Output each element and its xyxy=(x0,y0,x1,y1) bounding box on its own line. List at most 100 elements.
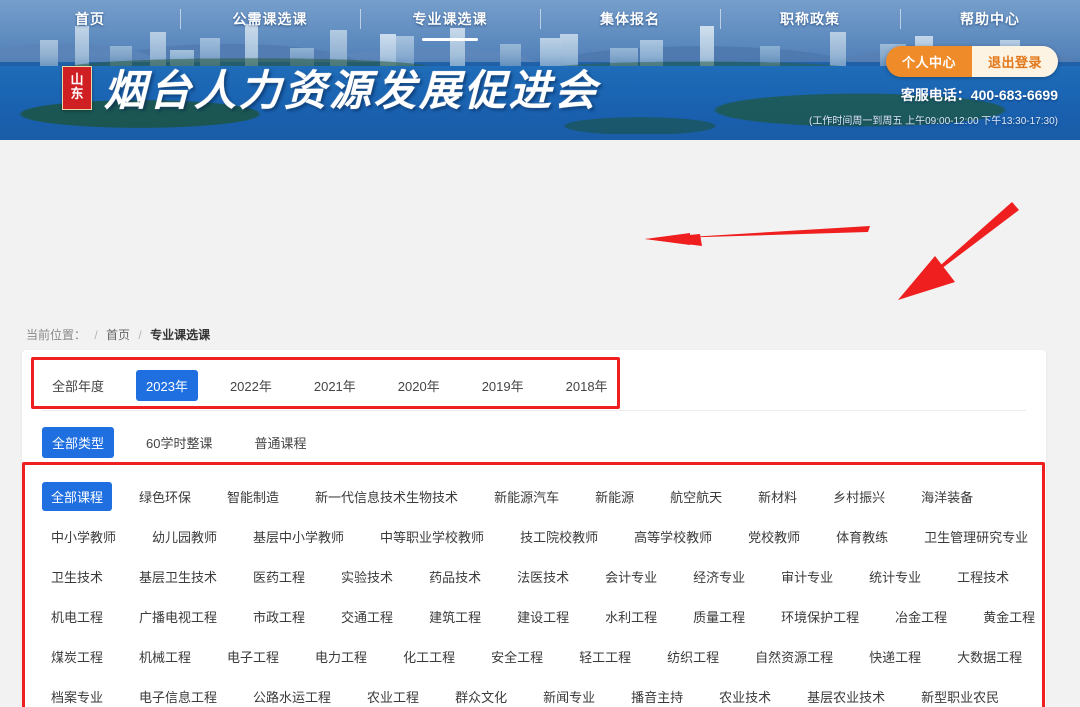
type-filter-60-hours[interactable]: 60学时整课 xyxy=(136,427,222,458)
category-item[interactable]: 轻工工程 xyxy=(570,642,640,671)
category-item[interactable]: 自然资源工程 xyxy=(746,642,842,671)
category-item[interactable]: 档案专业 xyxy=(42,682,112,707)
category-item[interactable]: 新闻专业 xyxy=(534,682,604,707)
category-item[interactable]: 药品技术 xyxy=(420,562,490,591)
category-item[interactable]: 建设工程 xyxy=(508,602,578,631)
category-item[interactable]: 技工院校教师 xyxy=(511,522,607,551)
category-item[interactable]: 新一代信息技术生物技术 xyxy=(306,482,467,511)
year-filter-2020[interactable]: 2020年 xyxy=(388,370,450,401)
category-row: 中小学教师 幼儿园教师 基层中小学教师 中等职业学校教师 技工院校教师 高等学校教师 党校教… xyxy=(42,516,1028,556)
category-item[interactable]: 纺织工程 xyxy=(658,642,728,671)
category-item[interactable]: 机械工程 xyxy=(130,642,200,671)
category-item[interactable]: 群众文化 xyxy=(446,682,516,707)
category-item[interactable]: 会计专业 xyxy=(596,562,666,591)
category-item[interactable]: 法医技术 xyxy=(508,562,578,591)
category-item[interactable]: 审计专业 xyxy=(772,562,842,591)
breadcrumb-prefix: 当前位置： xyxy=(26,328,87,342)
category-item[interactable]: 工程技术 xyxy=(948,562,1018,591)
seal-char-top: 山 xyxy=(70,72,84,88)
category-item[interactable]: 中小学教师 xyxy=(42,522,125,551)
category-item[interactable]: 煤炭工程 xyxy=(42,642,112,671)
type-filter-row: 全部类型 60学时整课 普通课程 xyxy=(22,422,1046,462)
main-navigation: 首页 公需课选课 专业课选课 集体报名 职称政策 帮助中心 xyxy=(0,0,1080,38)
category-item[interactable]: 电子工程 xyxy=(218,642,288,671)
category-item[interactable]: 市政工程 xyxy=(244,602,314,631)
category-item[interactable]: 全部课程 xyxy=(42,481,113,511)
category-item[interactable]: 新型职业农民 xyxy=(912,682,1008,707)
category-item[interactable]: 中等职业学校教师 xyxy=(371,522,493,551)
category-item[interactable]: 大数据工程 xyxy=(948,642,1031,671)
service-phone: 客服电话：400-683-6699 xyxy=(900,87,1058,103)
seal-char-bottom: 东 xyxy=(70,86,84,102)
category-row: 全部课程 绿色环保 智能制造 新一代信息技术生物技术 新能源汽车 新能源 航空航天 新材料 乡村… xyxy=(42,476,1026,516)
category-item[interactable]: 统计专业 xyxy=(860,562,930,591)
category-item[interactable]: 基层中小学教师 xyxy=(244,522,353,551)
nav-item-help-center[interactable]: 帮助中心 xyxy=(900,0,1080,38)
category-item[interactable]: 高等学校教师 xyxy=(625,522,721,551)
logout-button[interactable]: 退出登录 xyxy=(971,46,1058,77)
category-item[interactable]: 质量工程 xyxy=(684,602,754,631)
category-item[interactable]: 交通工程 xyxy=(332,602,402,631)
filter-card: 全部年度 2023年 2022年 2021年 2020年 2019年 2018年… xyxy=(22,350,1046,707)
category-row: 机电工程 广播电视工程 市政工程 交通工程 建筑工程 建设工程 水利工程 质量工程 环境保护工程… xyxy=(42,596,1035,636)
category-grid: 全部课程 绿色环保 智能制造 新一代信息技术生物技术 新能源汽车 新能源 航空航天 新材料 乡村… xyxy=(22,468,1046,707)
type-filter-all[interactable]: 全部类型 xyxy=(42,426,115,458)
breadcrumb-separator-1: / xyxy=(94,328,98,342)
year-filter-2022[interactable]: 2022年 xyxy=(220,370,282,401)
site-logo[interactable]: 山 东 烟台人力资源发展促进会 xyxy=(62,57,599,118)
nav-item-group-registration[interactable]: 集体报名 xyxy=(540,0,720,38)
category-item[interactable]: 经济专业 xyxy=(684,562,754,591)
category-item[interactable]: 基层卫生技术 xyxy=(130,562,226,591)
category-item[interactable]: 农业技术 xyxy=(710,682,780,707)
category-item[interactable]: 体育教练 xyxy=(827,522,897,551)
user-center-button[interactable]: 个人中心 xyxy=(885,46,972,77)
category-item[interactable]: 新材料 xyxy=(749,482,806,511)
category-item[interactable]: 农业工程 xyxy=(358,682,428,707)
category-item[interactable]: 安全工程 xyxy=(482,642,552,671)
category-item[interactable]: 快递工程 xyxy=(860,642,930,671)
category-item[interactable]: 建筑工程 xyxy=(420,602,490,631)
nav-item-title-policy[interactable]: 职称政策 xyxy=(720,0,900,38)
nav-item-home[interactable]: 首页 xyxy=(0,0,180,38)
category-item[interactable]: 公路水运工程 xyxy=(244,682,340,707)
breadcrumb-home-link[interactable]: 首页 xyxy=(106,328,130,342)
page-body: 当前位置： / 首页 / 专业课选课 全部年度 2023年 2022年 2021… xyxy=(0,140,1080,707)
category-item[interactable]: 电子信息工程 xyxy=(130,682,226,707)
year-filter-2023[interactable]: 2023年 xyxy=(136,369,198,401)
category-item[interactable]: 机电工程 xyxy=(42,602,112,631)
category-item[interactable]: 冶金工程 xyxy=(886,602,956,631)
nav-item-public-courses[interactable]: 公需课选课 xyxy=(180,0,360,38)
breadcrumb-separator-2: / xyxy=(138,328,142,342)
category-item[interactable]: 绿色环保 xyxy=(130,482,200,511)
year-filter-all[interactable]: 全部年度 xyxy=(42,370,114,401)
category-item[interactable]: 医药工程 xyxy=(244,562,314,591)
year-filter-2021[interactable]: 2021年 xyxy=(304,370,366,401)
service-work-time: (工作时间周一到周五 上午09:00-12:00 下午13:30-17:30) xyxy=(809,116,1058,127)
year-filter-2018[interactable]: 2018年 xyxy=(556,370,618,401)
category-item[interactable]: 黄金工程 xyxy=(974,602,1044,631)
type-filter-normal[interactable]: 普通课程 xyxy=(244,427,316,458)
category-item[interactable]: 新能源 xyxy=(586,482,643,511)
category-item[interactable]: 海洋装备 xyxy=(912,482,982,511)
category-item[interactable]: 乡村振兴 xyxy=(824,482,894,511)
nav-item-professional-courses[interactable]: 专业课选课 xyxy=(360,0,540,38)
category-item[interactable]: 智能制造 xyxy=(218,482,288,511)
category-item[interactable]: 幼儿园教师 xyxy=(143,522,226,551)
category-item[interactable]: 电力工程 xyxy=(306,642,376,671)
category-row: 卫生技术 基层卫生技术 医药工程 实验技术 药品技术 法医技术 会计专业 经济专业 审计专业 统计… xyxy=(42,556,1026,596)
category-item[interactable]: 水利工程 xyxy=(596,602,666,631)
user-action-group: 个人中心 退出登录 xyxy=(885,46,1058,77)
category-item[interactable]: 卫生管理研究专业 xyxy=(915,522,1037,551)
category-item[interactable]: 播音主持 xyxy=(622,682,692,707)
shandong-seal-icon: 山 东 xyxy=(62,65,92,110)
category-item[interactable]: 环境保护工程 xyxy=(772,602,868,631)
category-item[interactable]: 卫生技术 xyxy=(42,562,112,591)
category-item[interactable]: 广播电视工程 xyxy=(130,602,226,631)
category-item[interactable]: 新能源汽车 xyxy=(485,482,568,511)
category-item[interactable]: 党校教师 xyxy=(739,522,809,551)
category-item[interactable]: 基层农业技术 xyxy=(798,682,894,707)
category-item[interactable]: 航空航天 xyxy=(661,482,731,511)
category-item[interactable]: 实验技术 xyxy=(332,562,402,591)
category-item[interactable]: 化工工程 xyxy=(394,642,464,671)
year-filter-2019[interactable]: 2019年 xyxy=(472,370,534,401)
